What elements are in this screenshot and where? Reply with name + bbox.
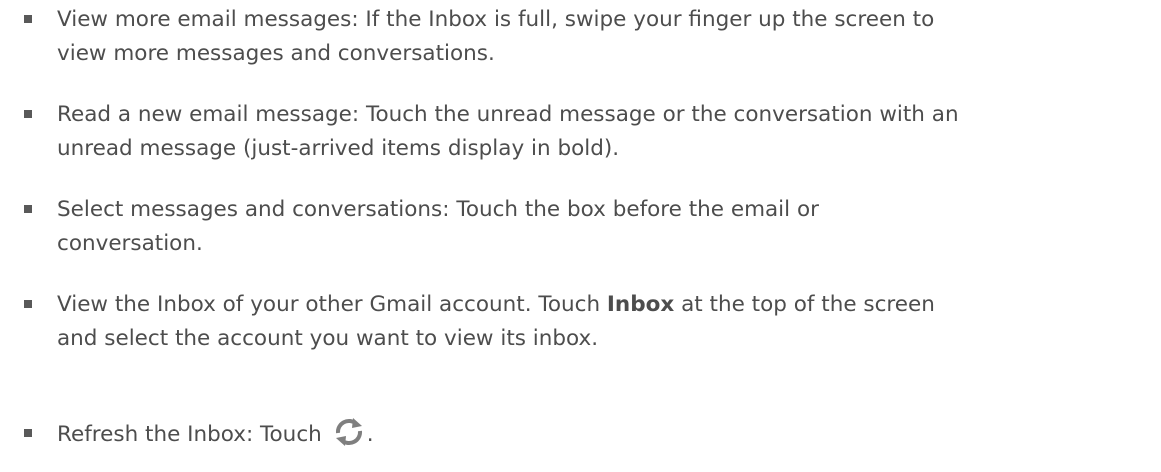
text-line: and select the account you want to view … <box>57 326 599 351</box>
inbox-emphasis: Inbox <box>606 292 675 317</box>
text-segment: View the Inbox of your other Gmail accou… <box>57 292 607 317</box>
list-item-text: Select messages and conversations: Touch… <box>57 193 1152 261</box>
text-line: Refresh the Inbox: Touch. <box>57 417 1152 458</box>
bullet-marker <box>24 110 32 118</box>
list-item-text: Read a new email message: Touch the unre… <box>57 98 1152 166</box>
list-item-text: Refresh the Inbox: Touch. <box>57 417 1152 458</box>
text-segment: . <box>366 422 374 447</box>
text-segment: Refresh the Inbox: Touch <box>57 422 322 447</box>
bullet-marker <box>24 205 32 213</box>
list-item-text: View the Inbox of your other Gmail accou… <box>57 288 1152 356</box>
bullet-marker <box>24 300 32 308</box>
refresh-icon <box>332 417 366 458</box>
text-line: view more messages and conversations. <box>57 41 495 66</box>
text-line: conversation. <box>57 231 203 256</box>
bullet-marker <box>24 429 32 437</box>
text-line: Read a new email message: Touch the unre… <box>57 102 959 127</box>
bullet-marker <box>24 15 32 23</box>
text-line: Select messages and conversations: Touch… <box>57 197 819 222</box>
text-line: View the Inbox of your other Gmail accou… <box>57 288 1152 322</box>
text-line: View more email messages: If the Inbox i… <box>57 7 935 32</box>
list-item-text: View more email messages: If the Inbox i… <box>57 3 1152 71</box>
text-segment: at the top of the screen <box>674 292 935 317</box>
text-line: unread message (just-arrived items displ… <box>57 136 620 161</box>
